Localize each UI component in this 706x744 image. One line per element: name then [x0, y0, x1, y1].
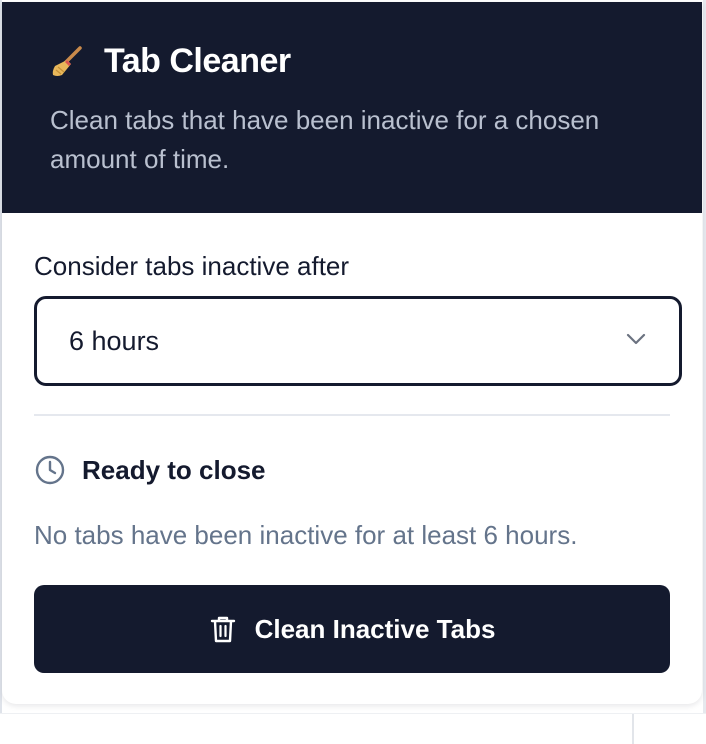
- popup-content: Consider tabs inactive after 6 hours Rea…: [2, 251, 702, 673]
- popup-header: Tab Cleaner Clean tabs that have been in…: [2, 2, 702, 213]
- broom-icon: [50, 45, 84, 79]
- status-message: No tabs have been inactive for at least …: [34, 520, 578, 550]
- chevron-down-icon: [625, 332, 647, 351]
- clock-icon: [34, 454, 66, 486]
- status-title: Ready to close: [82, 454, 266, 485]
- background-divider: [632, 714, 634, 744]
- inactivity-select-value: 6 hours: [69, 325, 160, 356]
- clean-inactive-tabs-button[interactable]: Clean Inactive Tabs: [34, 585, 670, 673]
- inactivity-select[interactable]: 6 hours: [34, 296, 682, 386]
- trash-icon: [209, 614, 237, 644]
- background-page-strip: [0, 713, 706, 744]
- app-subtitle: Clean tabs that have been inactive for a…: [50, 105, 600, 174]
- inactivity-label: Consider tabs inactive after: [34, 251, 350, 281]
- section-divider: [34, 414, 670, 416]
- header-title-row: Tab Cleaner: [50, 2, 654, 81]
- app-title: Tab Cleaner: [104, 42, 291, 80]
- status-row: Ready to close: [34, 454, 670, 486]
- clean-button-label: Clean Inactive Tabs: [254, 613, 496, 644]
- extension-viewport: Tab Cleaner Clean tabs that have been in…: [0, 0, 706, 744]
- tab-cleaner-popup: Tab Cleaner Clean tabs that have been in…: [2, 2, 702, 704]
